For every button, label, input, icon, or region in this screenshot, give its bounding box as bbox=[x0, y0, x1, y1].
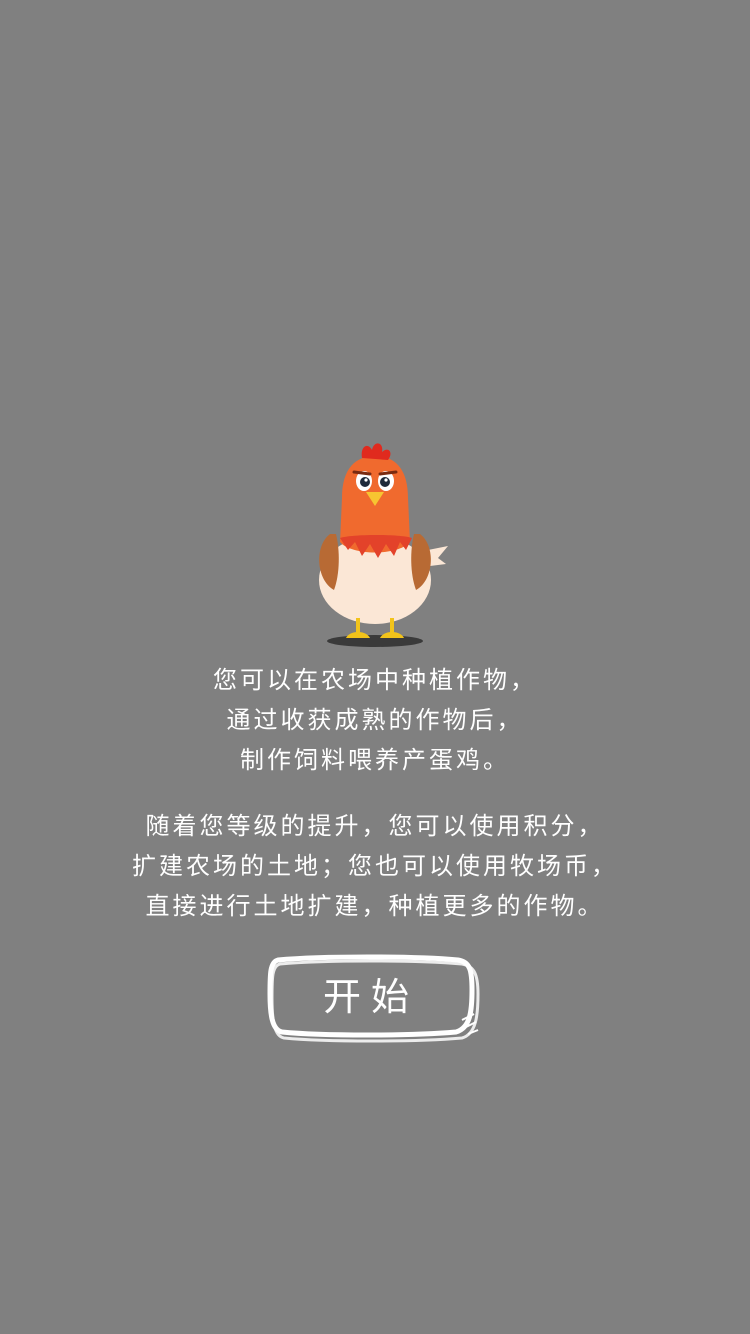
intro-text-line: 制作饲料喂养产蛋鸡。 bbox=[240, 746, 510, 774]
hen-mascot-icon bbox=[319, 443, 448, 647]
start-button[interactable]: 开始 bbox=[266, 954, 484, 1044]
intro-text-line: 直接进行土地扩建，种植更多的作物。 bbox=[145, 892, 605, 920]
intro-text-line: 您可以在农场中种植作物， bbox=[213, 666, 537, 694]
start-button-label: 开始 bbox=[322, 975, 419, 1019]
intro-screen: 您可以在农场中种植作物， 通过收获成熟的作物后， 制作饲料喂养产蛋鸡。 随着您等… bbox=[0, 0, 750, 1334]
intro-text-line: 随着您等级的提升，您可以使用积分， bbox=[145, 812, 605, 840]
intro-text-line: 通过收获成熟的作物后， bbox=[226, 706, 524, 734]
intro-paragraph-expansion: 随着您等级的提升，您可以使用积分， 扩建农场的土地；您也可以使用牧场币， 直接进… bbox=[0, 806, 750, 926]
intro-paragraph-farming: 您可以在农场中种植作物， 通过收获成熟的作物后， 制作饲料喂养产蛋鸡。 bbox=[0, 660, 750, 780]
intro-text-line: 扩建农场的土地；您也可以使用牧场币， bbox=[132, 852, 618, 880]
